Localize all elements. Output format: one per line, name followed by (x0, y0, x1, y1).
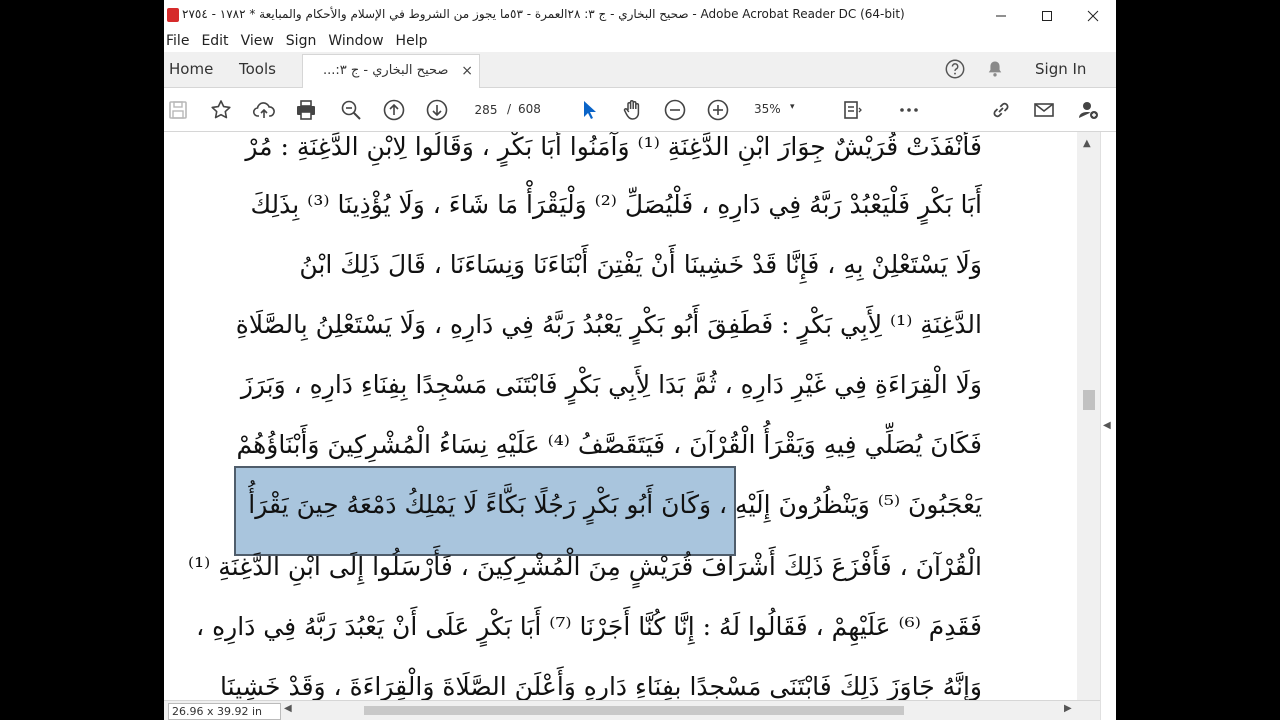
select-tool-button[interactable] (575, 96, 603, 124)
print-button[interactable] (292, 96, 320, 124)
fit-page-icon (844, 101, 862, 119)
scroll-left-icon[interactable]: ◀ (284, 703, 292, 714)
menu-sign[interactable]: Sign (280, 31, 323, 52)
text-line: فَقَدِمَ ⁽⁶⁾ عَلَيْهِمْ ، فَقَالُوا لَهُ… (196, 612, 982, 641)
text-line: وَإِنَّهُ جَاوَزَ ذَلِكَ فَابْتَنَى مَسْ… (220, 672, 982, 700)
scroll-thumb[interactable] (1083, 390, 1095, 410)
vertical-scrollbar[interactable]: ▲ (1077, 132, 1100, 700)
text-line: وَلَا الْقِرَاءَةِ فِي غَيْرِ دَارِهِ ، … (240, 370, 982, 399)
status-bar: 26.96 x 39.92 in ◀ ▶ (164, 700, 1100, 720)
more-tools-button[interactable] (895, 96, 923, 124)
add-user-button[interactable] (1074, 96, 1102, 124)
hand-tool-button[interactable] (618, 96, 646, 124)
text-line: أَبَا بَكْرٍ فَلْيَعْبُدْ رَبَّهُ فِي دَ… (250, 190, 982, 219)
save-button[interactable] (164, 96, 192, 124)
title-bar: صحيح البخاري - ج ٣: ٢٨العمرة - ٥٣ما يجوز… (164, 0, 1116, 31)
share-link-button[interactable] (987, 96, 1015, 124)
text-line: الدَّغِنَةِ ⁽¹⁾ لِأَبِي بَكْرٍ : فَطَفِق… (235, 310, 982, 339)
help-button[interactable] (943, 57, 967, 81)
close-icon (1087, 10, 1099, 21)
bell-icon (988, 61, 1002, 77)
minus-circle-icon (664, 99, 686, 121)
zoom-level[interactable]: 35% (754, 102, 781, 116)
page-separator: / (507, 102, 512, 116)
bookmark-button[interactable] (207, 96, 235, 124)
scroll-right-icon[interactable]: ▶ (1064, 703, 1072, 714)
upload-button[interactable] (250, 96, 278, 124)
page-number-input[interactable]: 285 (469, 98, 503, 122)
page-fit-button[interactable] (838, 96, 866, 124)
menu-view[interactable]: View (235, 31, 280, 52)
search-icon (341, 100, 361, 120)
previous-page-button[interactable] (380, 96, 408, 124)
page-dimensions: 26.96 x 39.92 in (168, 703, 281, 720)
menu-window[interactable]: Window (322, 31, 389, 52)
text-line: الْقُرْآنَ ، فَأَفْزَعَ ذَلِكَ أَشْرَافَ… (187, 552, 982, 581)
printer-icon (297, 100, 315, 120)
document-view[interactable]: فَأَنْفَذَتْ قُرَيْشٌ جِوَارَ ابْنِ الدَ… (164, 132, 1100, 700)
acrobat-window: صحيح البخاري - ج ٣: ٢٨العمرة - ٥٣ما يجوز… (164, 0, 1116, 720)
notifications-button[interactable] (983, 57, 1007, 81)
text-line: وَلَا يَسْتَعْلِنْ بِهِ ، فَإِنَّا قَدْ … (299, 250, 982, 279)
more-icon (900, 108, 918, 112)
sign-in-button[interactable]: Sign In (1035, 52, 1086, 86)
hand-icon (623, 100, 640, 120)
star-icon (211, 100, 231, 119)
window-title: صحيح البخاري - ج ٣: ٢٨العمرة - ٥٣ما يجوز… (182, 7, 905, 21)
cloud-upload-icon (252, 102, 275, 118)
zoom-dropdown-icon[interactable]: ▾ (790, 102, 795, 112)
menu-help[interactable]: Help (390, 31, 434, 52)
arrow-down-circle-icon (426, 99, 448, 121)
zoom-in-button[interactable] (704, 96, 732, 124)
page-total: 608 (518, 102, 541, 116)
minimize-button[interactable] (978, 0, 1024, 31)
acrobat-icon (167, 8, 179, 22)
arrow-up-circle-icon (383, 99, 405, 121)
add-user-icon (1079, 102, 1098, 119)
close-window-button[interactable] (1070, 0, 1116, 31)
text-line: يَعْجَبُونَ ⁽⁵⁾ وَيَنْظُرُونَ إِلَيْهِ ،… (248, 490, 982, 519)
right-pane-toggle[interactable]: ◀ (1100, 132, 1116, 720)
zoom-out-button[interactable] (661, 96, 689, 124)
document-tab-label: صحيح البخاري - ج ٣:... (323, 63, 449, 78)
help-icon (945, 59, 965, 79)
text-line: فَأَنْفَذَتْ قُرَيْشٌ جِوَارَ ابْنِ الدَ… (245, 132, 982, 161)
tab-tools[interactable]: Tools (239, 52, 276, 87)
next-page-button[interactable] (423, 96, 451, 124)
horizontal-scroll-thumb[interactable] (364, 706, 904, 715)
plus-circle-icon (707, 99, 729, 121)
maximize-button[interactable] (1024, 0, 1070, 31)
tab-home[interactable]: Home (169, 52, 213, 87)
cursor-icon (584, 101, 596, 119)
menu-file[interactable]: File (164, 31, 195, 52)
close-tab-icon[interactable]: × (461, 63, 473, 79)
chevron-left-icon[interactable]: ◀ (1103, 420, 1111, 431)
text-line: فَكَانَ يُصَلِّي فِيهِ وَيَقْرَأُ الْقُر… (236, 430, 982, 459)
tab-bar: Home Tools صحيح البخاري - ج ٣:... × Sign… (164, 52, 1116, 88)
scroll-up-icon[interactable]: ▲ (1083, 138, 1091, 149)
minimize-icon (996, 15, 1006, 16)
email-button[interactable] (1030, 96, 1058, 124)
menu-bar: File Edit View Sign Window Help (164, 31, 1116, 52)
find-button[interactable] (337, 96, 365, 124)
envelope-icon (1034, 103, 1054, 117)
tab-document[interactable]: صحيح البخاري - ج ٣:... × (302, 54, 480, 88)
menu-edit[interactable]: Edit (195, 31, 234, 52)
toolbar: 285 / 608 35% ▾ (164, 88, 1116, 132)
link-icon (993, 102, 1009, 118)
save-icon (169, 101, 187, 119)
maximize-icon (1042, 10, 1052, 21)
